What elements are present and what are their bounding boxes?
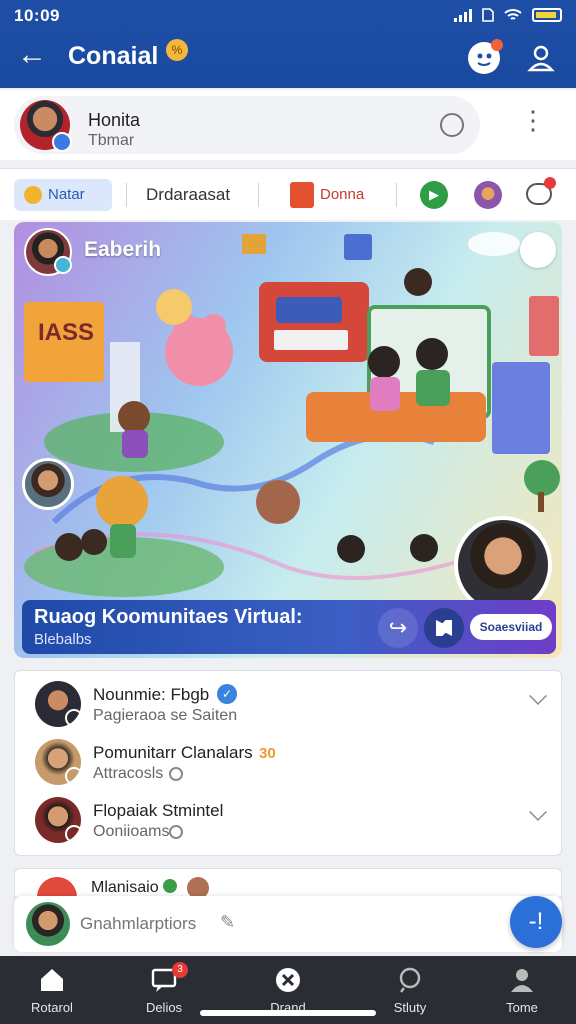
nav-item-home[interactable]: Rotarol: [2, 956, 102, 1024]
hero-banner-title: Ruaog Koomunitaes Virtual:: [34, 606, 303, 628]
avatar: [37, 877, 77, 897]
member-name: Pomunitarr Clanalars: [93, 743, 253, 762]
hero-card[interactable]: IASS Eaberih Ruaog Koomunitaes Virtual: …: [14, 222, 562, 658]
avatar: [26, 902, 70, 946]
nav-label: Tome: [506, 1000, 538, 1015]
more-vertical-icon[interactable]: ⋮: [520, 107, 546, 140]
share-icon[interactable]: ↪: [378, 608, 418, 648]
status-bar: 10:09: [0, 0, 576, 30]
app-title: Conaial: [68, 42, 159, 70]
top-app-bar: 10:09 ← Conaial %: [0, 0, 576, 88]
member-name: Flopaiak Stmintel: [93, 801, 224, 820]
tab-donna[interactable]: Donna: [320, 186, 364, 203]
avatar: [35, 739, 83, 785]
cloud-sync-icon[interactable]: [440, 113, 464, 137]
list-item[interactable]: Pomunitarr Clanalars 30 Attracosls: [15, 733, 563, 791]
avatar: [35, 797, 83, 843]
category-tabs: Natar Drdaraasat Donna ▶: [0, 168, 576, 220]
poster-lettering: IASS: [38, 319, 94, 346]
profile-section: Honita Tbmar ⋮: [0, 90, 576, 160]
status-icon: [169, 767, 183, 781]
member-subtitle: Ooniioams: [93, 823, 170, 840]
compose-fab[interactable]: -!: [510, 896, 562, 948]
search-icon: [399, 967, 421, 993]
list-item[interactable]: Flopaiak Stmintel Ooniioams: [15, 791, 563, 849]
member-subtitle: Pagieraoa se Saiten: [93, 707, 238, 724]
notification-badge: 3: [172, 962, 188, 978]
nav-label: Rotarol: [31, 1000, 73, 1015]
nav-label: Delios: [145, 1000, 183, 1015]
online-icon: [163, 879, 177, 893]
divider: [396, 183, 397, 207]
user-icon[interactable]: [526, 42, 556, 74]
tab-drdaraasat[interactable]: Drdaraasat: [146, 185, 230, 205]
profile-pill[interactable]: Honita Tbmar: [14, 96, 480, 154]
gift-box-icon: [290, 182, 314, 208]
chevron-down-icon[interactable]: [529, 803, 547, 821]
chevron-down-icon[interactable]: [529, 687, 547, 705]
system-icons: [454, 8, 562, 22]
wifi-icon: [504, 9, 522, 20]
chat-bubble-icon[interactable]: [526, 177, 556, 205]
person-icon: [511, 969, 533, 992]
signal-icon: [454, 8, 472, 22]
tab-natar[interactable]: Natar: [14, 179, 112, 211]
member-subtitle: Attracosls: [93, 765, 164, 782]
tab-label: Natar: [48, 186, 85, 203]
close-circle-icon: [276, 968, 300, 992]
nav-item-messages[interactable]: 3 Delios: [114, 956, 214, 1024]
sim-icon: [482, 8, 494, 22]
join-button[interactable]: Soaesviiad: [470, 614, 552, 640]
profile-name: Honita: [88, 110, 141, 130]
play-circle-icon[interactable]: ▶: [420, 181, 448, 209]
member-name: Nounmie: Fbgb: [93, 685, 210, 704]
participant-avatar[interactable]: [22, 458, 74, 510]
divider: [126, 183, 127, 207]
divider: [258, 183, 259, 207]
home-icon: [41, 969, 63, 991]
coin-icon: [24, 186, 42, 204]
verified-icon: ✓: [217, 684, 237, 704]
title-badge: %: [166, 39, 188, 61]
expand-icon[interactable]: [424, 608, 464, 648]
avatar: [20, 100, 72, 152]
avatar: [187, 877, 209, 897]
list-item[interactable]: Nounmie: Fbgb ✓ Pagieraoa se Saiten: [15, 675, 563, 733]
member-name: Mlanisaio: [91, 879, 159, 896]
hero-banner-subtitle: Blebalbs: [34, 631, 92, 648]
member-count: 30: [259, 745, 276, 762]
message-composer: ✎ -!: [14, 896, 562, 952]
back-arrow-icon[interactable]: ←: [16, 40, 48, 72]
status-icon: [169, 825, 183, 839]
avatar-icon[interactable]: [474, 181, 502, 209]
battery-icon: [532, 8, 562, 22]
pencil-icon[interactable]: ✎: [220, 912, 242, 934]
list-item-peek[interactable]: Mlanisaio: [14, 868, 562, 898]
emoji-icon[interactable]: [520, 232, 556, 268]
avatar-notification-icon[interactable]: [468, 39, 503, 74]
avatar: [35, 681, 83, 727]
hero-title: Eaberih: [84, 238, 162, 261]
member-list: Nounmie: Fbgb ✓ Pagieraoa se Saiten Pomu…: [14, 670, 562, 856]
host-avatar[interactable]: [24, 228, 72, 276]
status-time: 10:09: [14, 6, 60, 25]
nav-item-profile[interactable]: Tome: [472, 956, 572, 1024]
hero-banner: Ruaog Koomunitaes Virtual: Blebalbs ↪ So…: [22, 600, 556, 654]
profile-status: Tbmar: [88, 132, 135, 149]
home-indicator: [200, 1010, 376, 1016]
